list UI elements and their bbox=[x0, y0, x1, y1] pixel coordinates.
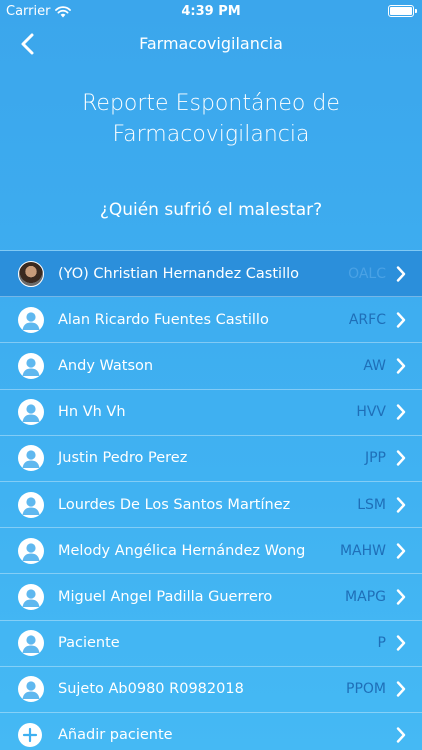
chevron-right-icon bbox=[396, 543, 406, 559]
person-name: Sujeto Ab0980 R0982018 bbox=[58, 681, 244, 698]
chevron-right-icon bbox=[396, 635, 406, 651]
avatar bbox=[18, 260, 44, 287]
person-name: Justin Pedro Perez bbox=[58, 450, 188, 467]
person-name: Alan Ricardo Fuentes Castillo bbox=[58, 311, 269, 328]
person-name: Paciente bbox=[58, 635, 120, 652]
person-code: ARFC bbox=[348, 311, 386, 328]
chevron-right-icon bbox=[396, 727, 406, 744]
page-title: Reporte Espontáneo de Farmacovigilancia bbox=[0, 88, 422, 150]
person-row[interactable]: Hn Vh Vh HVV bbox=[0, 390, 422, 436]
person-code: PPOM bbox=[346, 681, 386, 698]
person-icon bbox=[18, 399, 44, 426]
person-row[interactable]: Paciente P bbox=[0, 621, 422, 667]
person-code: MAHW bbox=[339, 542, 386, 559]
person-icon bbox=[18, 583, 44, 610]
person-name: Andy Watson bbox=[58, 357, 154, 374]
person-name: Melody Angélica Hernández Wong bbox=[58, 542, 306, 559]
person-code: JPP bbox=[364, 450, 386, 467]
chevron-right-icon bbox=[396, 265, 406, 282]
chevron-right-icon bbox=[396, 589, 406, 605]
battery-icon bbox=[388, 5, 417, 17]
person-code: AW bbox=[363, 357, 386, 374]
add-patient-label: Añadir paciente bbox=[58, 727, 173, 744]
person-icon bbox=[18, 630, 44, 657]
person-icon bbox=[18, 306, 44, 333]
chevron-right-icon bbox=[396, 450, 406, 467]
person-row[interactable]: Miguel Angel Padilla Guerrero MAPG bbox=[0, 574, 422, 621]
status-bar: Carrier 4:39 PM bbox=[0, 0, 422, 22]
person-code: MAPG bbox=[345, 588, 386, 605]
person-icon bbox=[18, 491, 44, 518]
chevron-right-icon bbox=[396, 496, 406, 513]
page-title-line-2: Farmacovigilancia bbox=[112, 122, 310, 147]
person-code: P bbox=[377, 635, 386, 652]
person-code: HVV bbox=[356, 404, 386, 421]
nav-title: Farmacovigilancia bbox=[139, 34, 283, 53]
person-row[interactable]: Justin Pedro Perez JPP bbox=[0, 436, 422, 482]
person-icon bbox=[18, 445, 44, 472]
person-row[interactable]: Melody Angélica Hernández Wong MAHW bbox=[0, 528, 422, 575]
chevron-right-icon bbox=[396, 312, 406, 328]
page-title-line-1: Reporte Espontáneo de bbox=[82, 91, 340, 116]
person-name: (YO) Christian Hernandez Castillo bbox=[58, 265, 300, 282]
add-patient-button[interactable]: Añadir paciente bbox=[0, 713, 422, 750]
people-list: (YO) Christian Hernandez Castillo OALC Ala… bbox=[0, 250, 422, 750]
person-code: LSM bbox=[357, 496, 386, 513]
question-text: ¿Quién sufrió el malestar? bbox=[99, 200, 323, 220]
person-row[interactable]: Lourdes De Los Santos Martínez LSM bbox=[0, 482, 422, 529]
person-name: Hn Vh Vh bbox=[58, 404, 126, 421]
chevron-right-icon bbox=[396, 404, 406, 420]
plus-circle-icon bbox=[18, 723, 42, 748]
person-icon bbox=[18, 352, 44, 379]
person-icon bbox=[18, 676, 44, 703]
person-code: OALC bbox=[348, 265, 386, 282]
person-name: Lourdes De Los Santos Martínez bbox=[58, 496, 291, 513]
person-row[interactable]: Sujeto Ab0980 R0982018 PPOM bbox=[0, 667, 422, 713]
navigation-bar: Farmacovigilancia bbox=[0, 22, 422, 66]
person-name: Miguel Angel Padilla Guerrero bbox=[58, 588, 273, 605]
person-icon bbox=[18, 537, 44, 564]
status-time: 4:39 PM bbox=[181, 4, 241, 19]
chevron-right-icon bbox=[396, 681, 406, 697]
chevron-right-icon bbox=[396, 358, 406, 374]
person-row[interactable]: (YO) Christian Hernandez Castillo OALC bbox=[0, 251, 422, 298]
person-row[interactable]: Andy Watson AW bbox=[0, 343, 422, 390]
person-row[interactable]: Alan Ricardo Fuentes Castillo ARFC bbox=[0, 297, 422, 344]
